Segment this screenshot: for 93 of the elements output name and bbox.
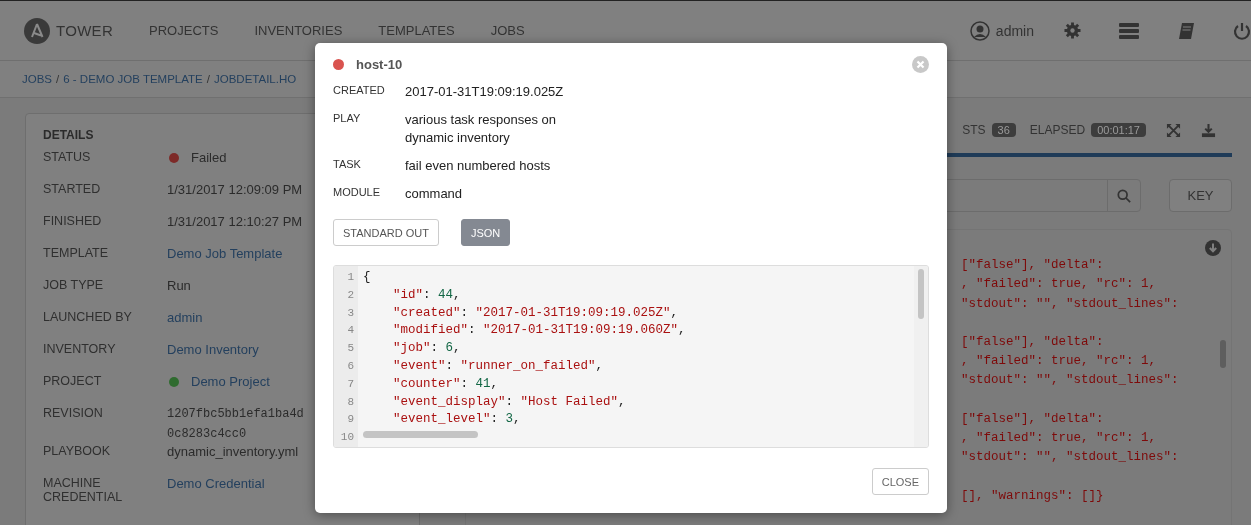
detail-label: LAUNCHED BY [43, 310, 133, 326]
breadcrumb-link[interactable]: 6 - DEMO JOB TEMPLATE [63, 73, 203, 85]
code-line: "created": "2017-01-31T19:09:19.025Z", [392, 304, 680, 322]
output-line: , "failed": true, "rc": 1, [961, 277, 1158, 294]
detail-link[interactable]: Demo Job Template [167, 246, 283, 261]
line-number: 10 [339, 430, 355, 446]
detail-value: 1/31/2017 12:10:27 PM [167, 214, 303, 229]
output-line: ["false"], "delta": [961, 258, 1105, 274]
field-label: CREATED [333, 83, 386, 98]
output-line: [], "warnings": []} [961, 488, 1105, 505]
detail-label: MACHINE CREDENTIAL [43, 476, 124, 506]
scrollbar-thumb[interactable] [918, 269, 924, 319]
detail-label: STATUS [43, 150, 92, 166]
output-line: , "failed": true, "rc": 1, [961, 431, 1158, 448]
user-avatar-icon [969, 20, 990, 41]
detail-label: FINISHED [43, 214, 103, 230]
line-number: 2 [346, 287, 355, 303]
expand-icon[interactable] [1166, 122, 1181, 138]
breadcrumb-separator: / [56, 73, 60, 85]
output-line: "stdout": "", "stdout_lines": [961, 373, 1180, 390]
view-tab[interactable]: STANDARD OUT [333, 219, 439, 246]
detail-value: Run [167, 278, 191, 293]
detail-link[interactable]: Demo Credential [167, 476, 265, 491]
detail-value: 1207fbc5bb1efa1ba4d 0c8283c4cc0 [167, 406, 305, 443]
settings-icon[interactable] [1064, 22, 1081, 39]
code-line: "counter": 41, [392, 375, 500, 393]
search-icon [1117, 188, 1131, 203]
line-number: 6 [346, 359, 355, 374]
download-icon[interactable] [1201, 122, 1216, 138]
line-number: 3 [346, 305, 355, 321]
code-line: "id": 44, [392, 286, 462, 304]
line-number: 9 [346, 412, 355, 428]
field-label: MODULE [333, 185, 382, 200]
key-button[interactable]: KEY [1169, 179, 1232, 212]
nav-link[interactable]: JOBS [490, 23, 525, 38]
breadcrumb-link[interactable]: JOBS [22, 73, 53, 85]
nav-link[interactable]: INVENTORIES [254, 23, 343, 38]
output-line: "stdout": "", "stdout_lines": [961, 450, 1180, 467]
line-number: 8 [346, 394, 355, 410]
nav-link[interactable]: PROJECTS [149, 23, 219, 38]
detail-label: TEMPLATE [43, 246, 110, 262]
detail-value: 1/31/2017 12:09:09 PM [167, 182, 303, 197]
output-line: ["false"], "delta": [961, 411, 1105, 428]
close-button[interactable]: CLOSE [871, 468, 929, 495]
panel-title: DETAILS [43, 128, 95, 142]
code-line: "job": 6, [392, 340, 462, 358]
scrollbar-thumb[interactable] [1220, 340, 1226, 368]
elapsed-badge: 00:01:17 [1091, 123, 1146, 137]
line-number: 7 [346, 376, 355, 392]
output-line: , "failed": true, "rc": 1, [961, 354, 1158, 371]
detail-link[interactable]: Demo Inventory [167, 342, 259, 357]
power-icon[interactable] [1233, 21, 1251, 40]
elapsed-label: ELAPSED [1029, 123, 1086, 137]
detail-label: JOB TYPE [43, 278, 105, 294]
server-icon[interactable] [1119, 22, 1139, 39]
detail-label: INVENTORY [43, 342, 117, 358]
hosts-label: STS [962, 123, 986, 137]
field-value: 2017-01-31T19:09:19.025Z [405, 83, 564, 101]
field-label: PLAY [333, 111, 362, 126]
dialog-title: host-10 [356, 56, 404, 72]
detail-link[interactable]: admin [167, 310, 203, 325]
detail-value: Failed [191, 150, 227, 165]
code-line: "event_display": "Host Failed", [392, 393, 627, 411]
line-number: 1 [346, 270, 355, 285]
breadcrumb-separator: / [206, 73, 210, 85]
user-link[interactable]: admin [995, 22, 1034, 39]
field-value: command [405, 185, 463, 203]
book-icon[interactable] [1177, 21, 1195, 40]
line-number: 4 [346, 323, 355, 339]
output-line: ["false"], "delta": [961, 334, 1105, 351]
detail-link[interactable]: Demo Project [191, 374, 270, 389]
nav-link[interactable]: TEMPLATES [378, 23, 455, 38]
output-line: "stdout": "", "stdout_lines": [961, 296, 1180, 313]
detail-value: dynamic_inventory.yml [167, 444, 299, 459]
breadcrumb-link[interactable]: JOBDETAIL.HO [214, 73, 297, 85]
brand-name: TOWER [56, 22, 114, 39]
field-label: TASK [333, 157, 362, 172]
detail-label: STARTED [43, 182, 102, 198]
detail-label: PROJECT [43, 374, 103, 390]
field-value: fail even numbered hosts [405, 157, 551, 175]
view-tab[interactable]: JSON [460, 219, 511, 246]
logo-icon[interactable] [24, 17, 50, 44]
field-value: various task responses on dynamic inventory [405, 111, 558, 147]
hosts-count-badge: 36 [991, 123, 1016, 137]
arrow-down-circle-icon[interactable] [1205, 240, 1221, 256]
code-line: "event": "runner_on_failed", [392, 358, 605, 375]
scrollbar-thumb[interactable] [363, 431, 478, 439]
code-line: "modified": "2017-01-31T19:09:19.060Z", [392, 322, 687, 340]
code-line: "event_level": 3, [392, 411, 522, 429]
detail-label: PLAYBOOK [43, 444, 112, 460]
code-line: { [363, 269, 372, 286]
line-number: 5 [346, 341, 355, 357]
detail-label: REVISION [43, 406, 104, 422]
